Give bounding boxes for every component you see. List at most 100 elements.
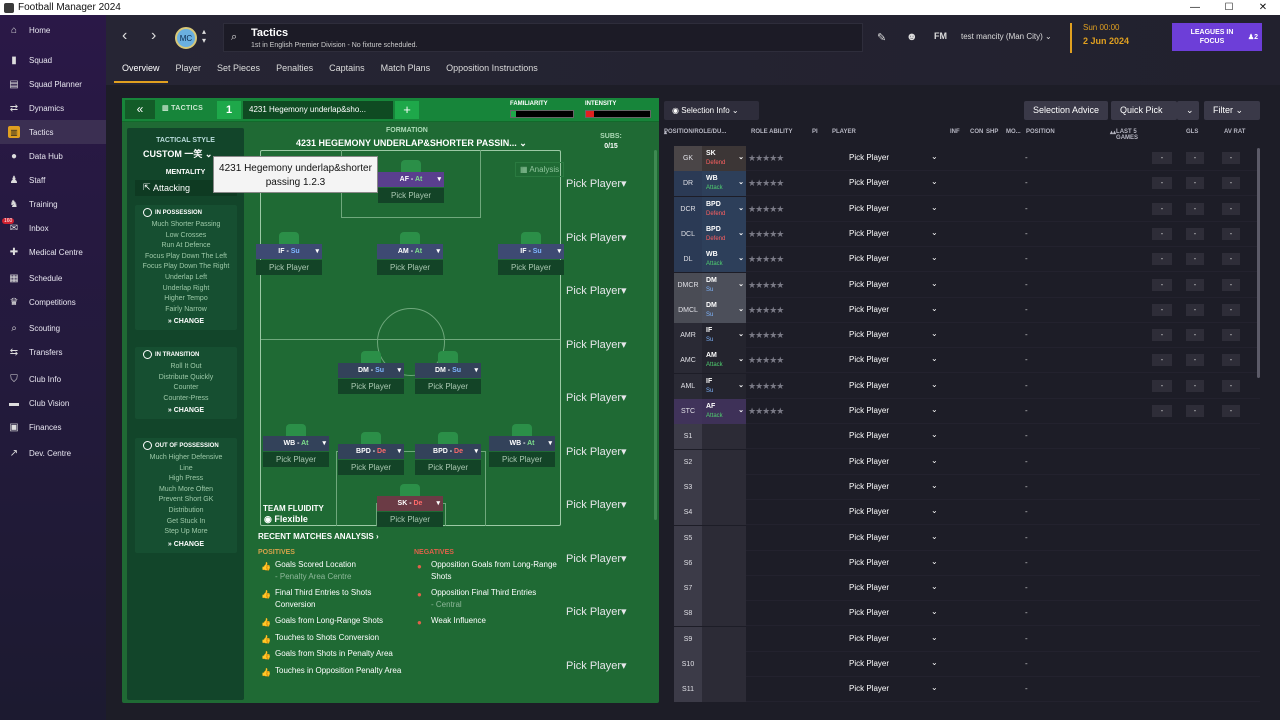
role-label[interactable]: IF - Su ▾ [498, 244, 564, 259]
club-crest-icon[interactable]: MC [175, 27, 197, 49]
pick-player-button[interactable]: Pick Player [377, 512, 443, 527]
player-select[interactable]: Pick Player [849, 229, 889, 238]
chevron-down-icon[interactable]: ⌄ [931, 532, 938, 541]
tab-match-plans[interactable]: Match Plans [373, 61, 439, 83]
column-header[interactable]: MO... [1006, 129, 1021, 135]
manager-face-icon[interactable]: ☻ [906, 31, 918, 43]
pitch-player-wb[interactable]: WB - At ▾ Pick Player [263, 424, 329, 468]
sidebar-item-competitions[interactable]: ♛ Competitions [0, 290, 106, 314]
player-select[interactable]: Pick Player [849, 406, 889, 415]
table-row[interactable]: S5 Pick Player ⌄ - [674, 525, 1260, 551]
table-row[interactable]: S3 Pick Player ⌄ - [674, 474, 1260, 500]
chevron-down-icon[interactable]: ⌄ [931, 658, 938, 667]
player-select[interactable]: Pick Player [849, 305, 889, 314]
sub-pick-player-button[interactable]: Pick Player▾ [566, 445, 627, 458]
role-label[interactable]: SK - De ▾ [377, 496, 443, 511]
quick-pick-button[interactable]: Quick Pick [1111, 101, 1177, 120]
sidebar-item-club-info[interactable]: ⛉ Club Info [0, 367, 106, 391]
table-row[interactable]: DR WB Attack ⌄ ★★★★★ Pick Player ⌄ - - - - [674, 171, 1260, 197]
sub-pick-player-button[interactable]: Pick Player▾ [566, 338, 627, 351]
selection-advice-button[interactable]: Selection Advice [1024, 101, 1108, 120]
pitch-player-bpd[interactable]: BPD - De ▾ Pick Player [415, 432, 481, 476]
pick-player-button[interactable]: Pick Player [498, 260, 564, 275]
role-duty-cell[interactable] [702, 576, 746, 602]
sidebar-item-scouting[interactable]: ⌕ Scouting [0, 316, 106, 340]
table-row[interactable]: GK SK Defend ⌄ ★★★★★ Pick Player ⌄ - - - - [674, 146, 1260, 171]
chevron-down-icon[interactable]: ⌄ [931, 633, 938, 642]
dropdown-icon[interactable]: ▾ [436, 244, 440, 259]
column-header[interactable]: PLAYER [832, 129, 856, 135]
role-duty-cell[interactable]: BPD Defend ⌄ [702, 221, 746, 247]
pick-player-button[interactable]: Pick Player [489, 452, 555, 467]
leagues-in-focus-button[interactable]: LEAGUES IN FOCUS ♟2 [1172, 23, 1262, 51]
sidebar-item-home[interactable]: ⌂ Home [0, 18, 106, 42]
tactical-style-value[interactable]: CUSTOM 一笑 ⌄ [143, 147, 212, 160]
chevron-down-icon[interactable]: ⌄ [931, 405, 938, 414]
filter-button[interactable]: Filter ⌄ [1204, 101, 1260, 120]
role-duty-cell[interactable] [702, 601, 746, 627]
tab-opposition-instructions[interactable]: Opposition Instructions [438, 61, 546, 83]
table-row[interactable]: DL WB Attack ⌄ ★★★★★ Pick Player ⌄ - - - - [674, 247, 1260, 273]
edit-icon[interactable]: ✎ [877, 31, 886, 44]
table-row[interactable]: S7 Pick Player ⌄ - [674, 576, 1260, 602]
tab-penalties[interactable]: Penalties [268, 61, 321, 83]
role-duty-cell[interactable]: BPD Defend ⌄ [702, 196, 746, 222]
column-header[interactable]: ▴▴ LAST 5 GAMES [1110, 129, 1138, 141]
player-select[interactable]: Pick Player [849, 153, 889, 162]
table-row[interactable]: S6 Pick Player ⌄ - [674, 550, 1260, 576]
sidebar-item-data-hub[interactable]: ● Data Hub [0, 144, 106, 168]
manager-name[interactable]: test mancity (Man City) ⌄ [961, 32, 1052, 41]
pick-player-button[interactable]: Pick Player [415, 460, 481, 475]
role-label[interactable]: WB - At ▾ [489, 436, 555, 451]
table-row[interactable]: S9 Pick Player ⌄ - [674, 626, 1260, 652]
dropdown-icon[interactable]: ▾ [436, 496, 440, 511]
column-header[interactable]: POSITION/ROLE/DU... ▴ [664, 129, 726, 136]
chevron-down-icon[interactable]: ⌄ [931, 380, 938, 389]
sidebar-item-medical-centre[interactable]: ✚ Medical Centre [0, 240, 106, 264]
role-duty-cell[interactable]: WB Attack ⌄ [702, 171, 746, 197]
minimize-button[interactable]: — [1178, 0, 1212, 15]
formation-name[interactable]: 4231 HEGEMONY UNDERLAP&SHORTER PASSIN...… [296, 138, 527, 149]
role-duty-cell[interactable]: DM Su ⌄ [702, 297, 746, 323]
player-select[interactable]: Pick Player [849, 533, 889, 542]
fm-icon[interactable]: FM [934, 31, 947, 41]
role-label[interactable]: WB - At ▾ [263, 436, 329, 451]
role-label[interactable]: BPD - De ▾ [415, 444, 481, 459]
role-duty-cell[interactable]: WB Attack ⌄ [702, 247, 746, 273]
pitch-player-if[interactable]: IF - Su ▾ Pick Player [256, 232, 322, 276]
analysis-button[interactable]: ▦ Analysis [515, 162, 565, 177]
chevron-down-icon[interactable]: ⌄ [931, 177, 938, 186]
chevron-down-icon[interactable]: ⌄ [931, 481, 938, 490]
chevron-down-icon[interactable]: ⌄ [931, 607, 938, 616]
player-select[interactable]: Pick Player [849, 482, 889, 491]
table-row[interactable]: DCL BPD Defend ⌄ ★★★★★ Pick Player ⌄ - - - - [674, 221, 1260, 247]
chevron-down-icon[interactable]: ⌄ [931, 582, 938, 591]
pitch-player-dm[interactable]: DM - Su ▾ Pick Player [338, 351, 404, 395]
column-header[interactable]: SHP [986, 129, 998, 135]
chevron-down-icon[interactable]: ⌄ [931, 152, 938, 161]
pitch-player-am[interactable]: AM - At ▾ Pick Player [377, 232, 443, 276]
table-row[interactable]: S2 Pick Player ⌄ - [674, 449, 1260, 475]
collapse-button[interactable]: « [125, 100, 155, 119]
dropdown-icon[interactable]: ▾ [397, 444, 401, 459]
player-select[interactable]: Pick Player [849, 330, 889, 339]
table-row[interactable]: DMCR DM Su ⌄ ★★★★★ Pick Player ⌄ - - - - [674, 272, 1260, 298]
chevron-down-icon[interactable]: ⌄ [931, 430, 938, 439]
chevron-down-icon[interactable]: ⌄ [931, 329, 938, 338]
pick-player-button[interactable]: Pick Player [415, 379, 481, 394]
player-select[interactable]: Pick Player [849, 280, 889, 289]
pitch-scrollbar[interactable] [654, 150, 657, 520]
column-header[interactable]: INF [950, 129, 960, 135]
pitch-player-dm[interactable]: DM - Su ▾ Pick Player [415, 351, 481, 395]
familiarity-bar[interactable] [510, 110, 574, 118]
page-title-box[interactable]: ⌕ Tactics 1st in English Premier Divisio… [223, 23, 863, 52]
sub-pick-player-button[interactable]: Pick Player▾ [566, 659, 627, 672]
tactic-name[interactable]: 4231 Hegemony underlap&sho... [243, 101, 393, 119]
player-select[interactable]: Pick Player [849, 457, 889, 466]
sub-pick-player-button[interactable]: Pick Player▾ [566, 284, 627, 297]
column-header[interactable]: ROLE ABILITY [751, 129, 792, 135]
intensity-bar[interactable] [585, 110, 651, 118]
player-select[interactable]: Pick Player [849, 254, 889, 263]
role-duty-cell[interactable] [702, 550, 746, 576]
player-select[interactable]: Pick Player [849, 558, 889, 567]
